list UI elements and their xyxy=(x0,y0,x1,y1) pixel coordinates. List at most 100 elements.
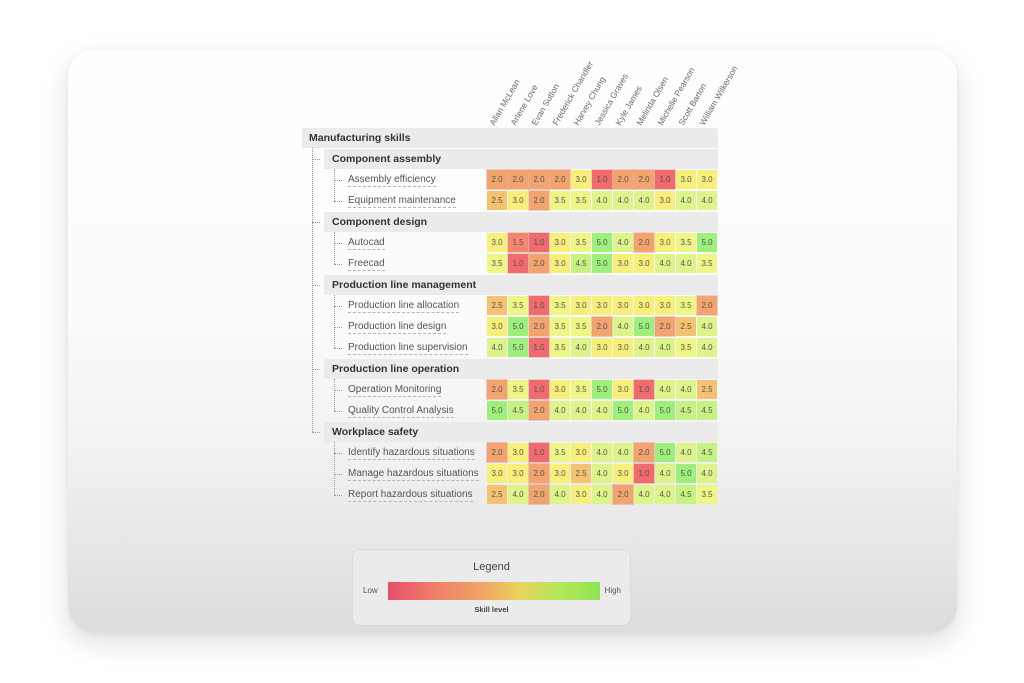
skill-cell[interactable]: 3.5 xyxy=(571,380,591,399)
skill-cell[interactable]: 4.0 xyxy=(592,485,612,504)
skill-cell[interactable]: 4.5 xyxy=(697,443,717,462)
skill-cell[interactable]: 3.5 xyxy=(550,296,570,315)
skill-label[interactable]: Operation Monitoring xyxy=(302,380,487,400)
skill-cell[interactable]: 4.0 xyxy=(676,191,696,210)
skill-label[interactable]: Identify hazardous situations xyxy=(302,443,487,463)
skill-cell[interactable]: 4.0 xyxy=(634,401,654,420)
skill-cell[interactable]: 2.5 xyxy=(487,191,507,210)
skill-cell[interactable]: 4.0 xyxy=(634,338,654,357)
skill-label[interactable]: Freecad xyxy=(302,254,487,274)
skill-cell[interactable]: 1.0 xyxy=(528,442,550,463)
skill-cell[interactable]: 2.0 xyxy=(612,169,634,190)
skill-cell[interactable]: 4.0 xyxy=(676,254,696,273)
skill-cell[interactable]: 4.0 xyxy=(592,443,612,462)
skill-cell[interactable]: 3.5 xyxy=(550,191,570,210)
skill-cell[interactable]: 2.0 xyxy=(528,169,550,190)
skill-cell[interactable]: 3.0 xyxy=(613,464,633,483)
skill-cell[interactable]: 4.0 xyxy=(676,380,696,399)
skill-cell[interactable]: 4.5 xyxy=(508,401,528,420)
skill-cell[interactable]: 3.5 xyxy=(508,296,528,315)
skill-cell[interactable]: 2.0 xyxy=(549,169,571,190)
skill-cell[interactable]: 3.0 xyxy=(508,464,528,483)
skill-cell[interactable]: 3.0 xyxy=(613,254,633,273)
skill-cell[interactable]: 3.0 xyxy=(508,191,528,210)
skill-cell[interactable]: 4.0 xyxy=(550,485,570,504)
skill-cell[interactable]: 3.5 xyxy=(508,380,528,399)
skill-cell[interactable]: 4.0 xyxy=(487,338,507,357)
skill-cell[interactable]: 4.0 xyxy=(613,233,633,252)
skill-cell[interactable]: 4.0 xyxy=(697,464,717,483)
skill-cell[interactable]: 1.0 xyxy=(654,169,676,190)
skill-label[interactable]: Autocad xyxy=(302,233,487,253)
skill-cell[interactable]: 2.0 xyxy=(633,442,655,463)
skill-cell[interactable]: 1.0 xyxy=(528,232,550,253)
skill-cell[interactable]: 5.0 xyxy=(592,233,612,252)
group-row[interactable]: Component assembly xyxy=(324,149,718,169)
skill-cell[interactable]: 4.5 xyxy=(571,254,591,273)
skill-cell[interactable]: 2.0 xyxy=(507,169,529,190)
skill-cell[interactable]: 4.0 xyxy=(592,401,612,420)
group-row[interactable]: Workplace safety xyxy=(324,422,718,442)
skill-cell[interactable]: 4.0 xyxy=(655,338,675,357)
skill-cell[interactable]: 1.0 xyxy=(528,379,550,400)
skill-cell[interactable]: 2.5 xyxy=(697,380,717,399)
skill-cell[interactable]: 3.0 xyxy=(571,485,591,504)
skill-cell[interactable]: 1.0 xyxy=(633,379,655,400)
skill-cell[interactable]: 2.0 xyxy=(633,169,655,190)
skill-cell[interactable]: 1.0 xyxy=(528,295,550,316)
skill-cell[interactable]: 2.0 xyxy=(528,484,550,505)
skill-cell[interactable]: 4.0 xyxy=(697,317,717,336)
skill-cell[interactable]: 3.0 xyxy=(550,233,570,252)
skill-cell[interactable]: 4.0 xyxy=(655,464,675,483)
skill-cell[interactable]: 5.0 xyxy=(592,380,612,399)
skill-cell[interactable]: 2.0 xyxy=(528,190,550,211)
skill-cell[interactable]: 3.5 xyxy=(550,338,570,357)
skill-cell[interactable]: 1.0 xyxy=(591,169,613,190)
skill-cell[interactable]: 2.0 xyxy=(654,316,676,337)
skill-cell[interactable]: 1.0 xyxy=(633,463,655,484)
skill-cell[interactable]: 5.0 xyxy=(655,443,675,462)
skill-cell[interactable]: 3.5 xyxy=(550,443,570,462)
skill-cell[interactable]: 4.0 xyxy=(592,191,612,210)
skill-cell[interactable]: 4.0 xyxy=(655,254,675,273)
skill-cell[interactable]: 5.0 xyxy=(655,401,675,420)
skill-cell[interactable]: 3.0 xyxy=(634,296,654,315)
skill-cell[interactable]: 1.0 xyxy=(507,253,529,274)
skill-cell[interactable]: 4.0 xyxy=(697,338,717,357)
skill-cell[interactable]: 4.5 xyxy=(676,401,696,420)
root-row-title[interactable]: Manufacturing skills xyxy=(302,128,718,148)
skill-cell[interactable]: 3.0 xyxy=(613,338,633,357)
skill-cell[interactable]: 5.0 xyxy=(508,317,528,336)
group-row[interactable]: Production line operation xyxy=(324,359,718,379)
skill-cell[interactable]: 3.0 xyxy=(697,170,717,189)
skill-cell[interactable]: 4.5 xyxy=(676,485,696,504)
skill-cell[interactable]: 3.0 xyxy=(655,296,675,315)
skill-cell[interactable]: 1.5 xyxy=(507,232,529,253)
skill-label[interactable]: Equipment maintenance xyxy=(302,191,487,211)
skill-cell[interactable]: 2.0 xyxy=(486,169,508,190)
skill-cell[interactable]: 4.0 xyxy=(676,443,696,462)
skill-cell[interactable]: 3.5 xyxy=(697,254,717,273)
skill-cell[interactable]: 2.0 xyxy=(612,484,634,505)
skill-cell[interactable]: 3.0 xyxy=(571,170,591,189)
skill-cell[interactable]: 4.0 xyxy=(592,464,612,483)
skill-cell[interactable]: 3.0 xyxy=(592,338,612,357)
skill-cell[interactable]: 3.5 xyxy=(676,338,696,357)
skill-cell[interactable]: 2.0 xyxy=(528,253,550,274)
skill-cell[interactable]: 1.0 xyxy=(528,337,550,358)
skill-cell[interactable]: 2.5 xyxy=(676,317,696,336)
skill-cell[interactable]: 2.0 xyxy=(696,295,718,316)
skill-cell[interactable]: 4.0 xyxy=(634,191,654,210)
skill-label[interactable]: Quality Control Analysis xyxy=(302,401,487,421)
skill-cell[interactable]: 5.0 xyxy=(592,254,612,273)
skill-cell[interactable]: 3.5 xyxy=(697,485,717,504)
skill-label[interactable]: Production line allocation xyxy=(302,296,487,316)
skill-cell[interactable]: 2.0 xyxy=(486,379,508,400)
skill-cell[interactable]: 5.0 xyxy=(634,317,654,336)
skill-cell[interactable]: 3.0 xyxy=(655,233,675,252)
skill-cell[interactable]: 3.0 xyxy=(571,443,591,462)
skill-cell[interactable]: 2.0 xyxy=(528,463,550,484)
skill-cell[interactable]: 3.0 xyxy=(550,380,570,399)
skill-cell[interactable]: 4.0 xyxy=(613,317,633,336)
skill-cell[interactable]: 2.0 xyxy=(528,316,550,337)
